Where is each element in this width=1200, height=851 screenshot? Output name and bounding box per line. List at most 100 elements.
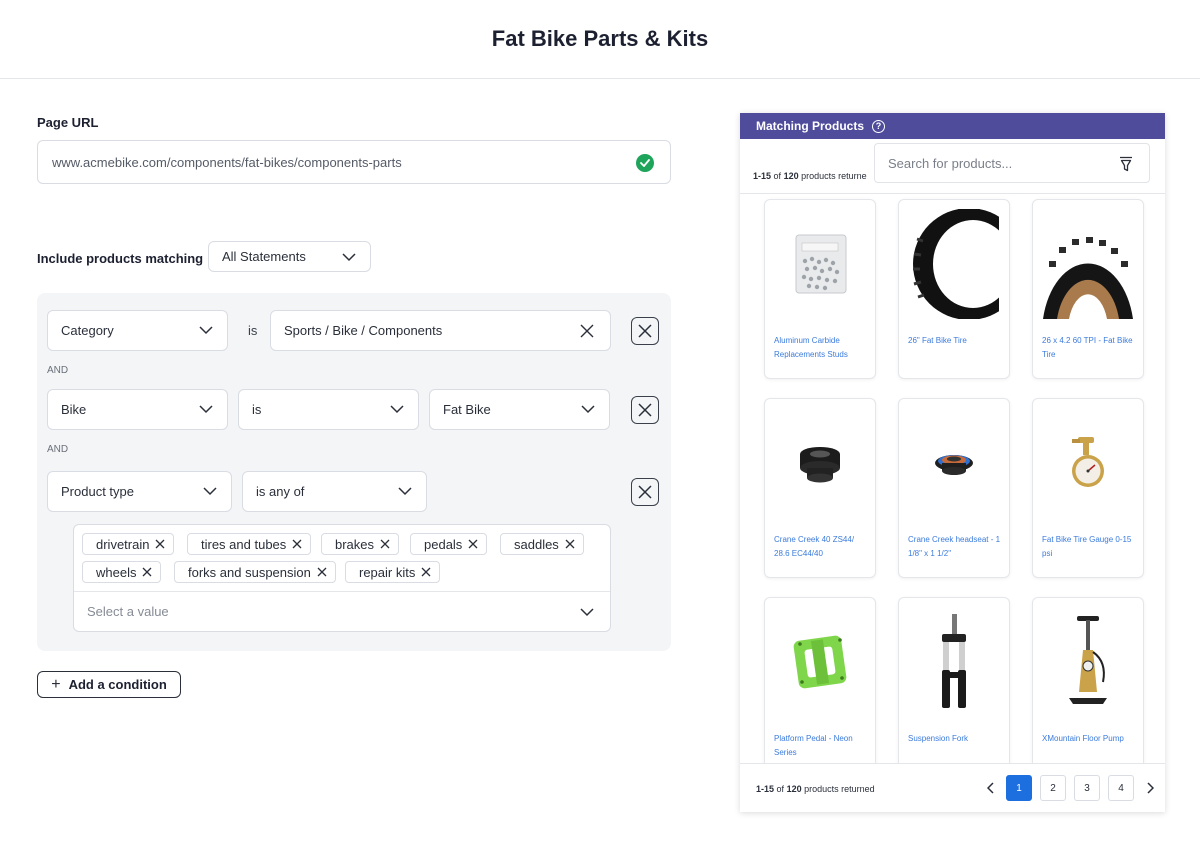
tag-saddles[interactable]: saddles — [500, 533, 584, 555]
product-name[interactable]: XMountain Floor Pump — [1042, 732, 1137, 746]
remove-tag-icon[interactable] — [292, 539, 302, 549]
product-card[interactable]: Fat Bike Tire Gauge 0-15 psi — [1032, 398, 1144, 578]
product-name[interactable]: Crane Creek headseat - 1 1/8" x 1 1/2" — [908, 533, 1003, 561]
chevron-down-icon — [203, 487, 217, 496]
remove-tag-icon[interactable] — [317, 567, 327, 577]
condition-3-field-dropdown[interactable]: Product type — [47, 471, 232, 512]
product-grid: Aluminum Carbide Replacements Studs 26" … — [740, 195, 1165, 763]
panel-header: Matching Products ? — [740, 113, 1165, 139]
divider — [74, 591, 610, 592]
product-card[interactable]: XMountain Floor Pump — [1032, 597, 1144, 763]
product-image-fat-bike-tire — [905, 208, 1003, 320]
page-url-field[interactable]: www.acmebike.com/components/fat-bikes/co… — [37, 140, 671, 184]
tag-pedals[interactable]: pedals — [410, 533, 488, 555]
condition-2-value: Fat Bike — [443, 402, 491, 417]
remove-condition-2-button[interactable] — [631, 396, 659, 424]
condition-3-operator-dropdown[interactable]: is any of — [242, 471, 427, 512]
condition-1-field-dropdown[interactable]: Category — [47, 310, 228, 351]
condition-2-value-dropdown[interactable]: Fat Bike — [429, 389, 610, 430]
remove-condition-1-button[interactable] — [631, 317, 659, 345]
products-count-top: 1-15 of 120 products returne — [753, 171, 867, 181]
page-button-3[interactable]: 3 — [1074, 775, 1100, 801]
product-type-multiselect[interactable]: drivetrain tires and tubes brakes pedals… — [73, 524, 611, 632]
panel-title: Matching Products — [756, 119, 865, 133]
product-card[interactable]: Crane Creek 40 ZS44/ 28.6 EC44/40 — [764, 398, 876, 578]
remove-tag-icon[interactable] — [380, 539, 390, 549]
remove-tag-icon[interactable] — [421, 567, 431, 577]
chevron-down-icon — [390, 405, 404, 414]
product-image-headset — [771, 407, 869, 519]
add-condition-label: Add a condition — [68, 677, 167, 692]
tag-drivetrain[interactable]: drivetrain — [82, 533, 175, 555]
clear-icon[interactable] — [580, 324, 594, 338]
page-button-1[interactable]: 1 — [1006, 775, 1032, 801]
page-button-4[interactable]: 4 — [1108, 775, 1134, 801]
and-connector-2: AND — [47, 444, 69, 455]
tag-tires-and-tubes[interactable]: tires and tubes — [187, 533, 312, 555]
tag-label: tires and tubes — [201, 536, 287, 552]
product-search-input[interactable]: Search for products... — [874, 143, 1150, 183]
chevron-down-icon — [342, 253, 356, 262]
close-icon — [638, 485, 652, 499]
prev-page-button[interactable] — [983, 775, 999, 801]
remove-tag-icon[interactable] — [565, 539, 575, 549]
tag-forks-and-suspension[interactable]: forks and suspension — [174, 561, 336, 583]
product-image-headset-blue — [905, 407, 1003, 519]
tag-brakes[interactable]: brakes — [321, 533, 400, 555]
product-card[interactable]: Platform Pedal - Neon Series — [764, 597, 876, 763]
product-image-studs — [771, 208, 869, 320]
product-name[interactable]: 26" Fat Bike Tire — [908, 334, 1003, 348]
remove-tag-icon[interactable] — [155, 539, 165, 549]
tag-label: drivetrain — [96, 536, 150, 552]
divider — [740, 193, 1165, 194]
page-url-label: Page URL — [37, 115, 99, 130]
condition-2-operator-dropdown[interactable]: is — [238, 389, 419, 430]
tag-label: brakes — [335, 536, 375, 552]
add-condition-button[interactable]: + Add a condition — [37, 671, 181, 698]
page-button-2[interactable]: 2 — [1040, 775, 1066, 801]
remove-condition-3-button[interactable] — [631, 478, 659, 506]
condition-2-field-value: Bike — [61, 402, 87, 417]
tag-wheels[interactable]: wheels — [82, 561, 162, 583]
filter-icon[interactable] — [1119, 156, 1133, 172]
product-card[interactable]: Aluminum Carbide Replacements Studs — [764, 199, 876, 379]
product-name[interactable]: Crane Creek 40 ZS44/ 28.6 EC44/40 — [774, 533, 869, 561]
product-card[interactable]: 26 x 4.2 60 TPI - Fat Bike Tire — [1032, 199, 1144, 379]
product-card[interactable]: Suspension Fork — [898, 597, 1010, 763]
next-page-button[interactable] — [1142, 775, 1158, 801]
condition-3-field-value: Product type — [61, 484, 134, 499]
select-value-placeholder[interactable]: Select a value — [87, 604, 169, 619]
remove-tag-icon[interactable] — [142, 567, 152, 577]
tag-repair-kits[interactable]: repair kits — [345, 561, 441, 583]
products-count-bottom: 1-15 of 120 products returned — [756, 784, 875, 794]
tag-label: wheels — [96, 564, 137, 580]
and-connector-1: AND — [47, 365, 69, 376]
product-card[interactable]: Crane Creek headseat - 1 1/8" x 1 1/2" — [898, 398, 1010, 578]
page-header: Fat Bike Parts & Kits — [0, 0, 1200, 79]
product-name[interactable]: Fat Bike Tire Gauge 0-15 psi — [1042, 533, 1137, 561]
product-name[interactable]: Aluminum Carbide Replacements Studs — [774, 334, 869, 362]
condition-1-value-field[interactable]: Sports / Bike / Components — [270, 310, 611, 351]
product-name[interactable]: Suspension Fork — [908, 732, 1003, 746]
search-placeholder: Search for products... — [888, 155, 1013, 171]
product-card[interactable]: 26" Fat Bike Tire — [898, 199, 1010, 379]
chevron-down-icon[interactable] — [580, 607, 594, 617]
product-image-neon-pedal — [771, 606, 869, 718]
tag-label: repair kits — [359, 564, 416, 580]
include-matching-label: Include products matching — [37, 251, 204, 266]
close-icon — [638, 324, 652, 338]
product-image-fat-tire-skinwall — [1039, 208, 1137, 320]
condition-2-field-dropdown[interactable]: Bike — [47, 389, 228, 430]
product-name[interactable]: 26 x 4.2 60 TPI - Fat Bike Tire — [1042, 334, 1137, 362]
chevron-right-icon — [1147, 782, 1154, 794]
chevron-down-icon — [199, 326, 213, 335]
product-image-floor-pump — [1039, 606, 1137, 718]
remove-tag-icon[interactable] — [468, 539, 478, 549]
tag-label: saddles — [514, 536, 559, 552]
product-name[interactable]: Platform Pedal - Neon Series — [774, 732, 869, 760]
help-icon[interactable]: ? — [872, 119, 886, 133]
match-mode-dropdown[interactable]: All Statements — [208, 241, 371, 272]
chevron-left-icon — [987, 782, 994, 794]
plus-icon: + — [51, 675, 61, 693]
chevron-down-icon — [398, 487, 412, 496]
